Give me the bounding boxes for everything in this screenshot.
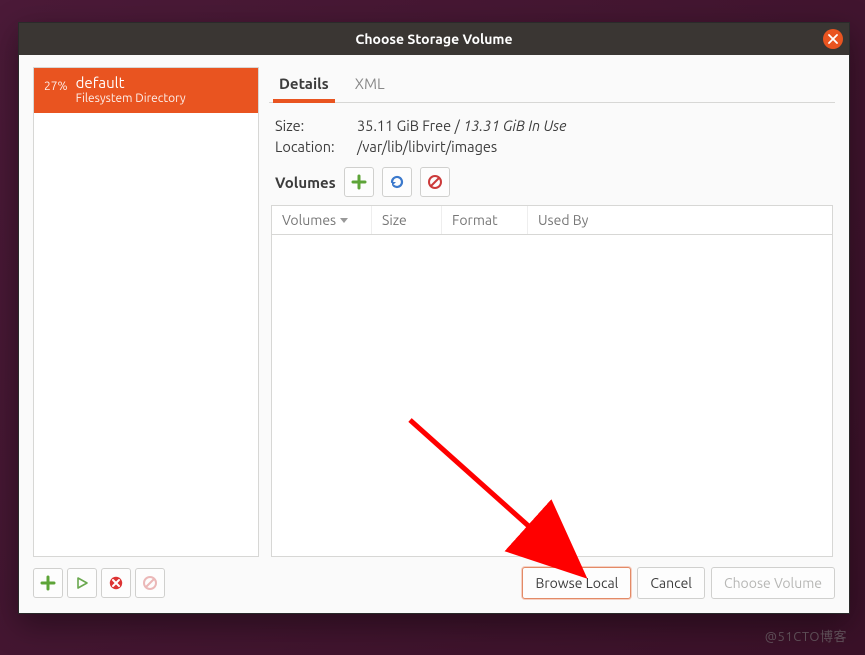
size-sep: / — [451, 117, 463, 134]
titlebar: Choose Storage Volume — [19, 23, 849, 55]
size-used: 13.31 GiB In Use — [463, 117, 566, 134]
volume-refresh-button[interactable] — [382, 167, 412, 197]
window-title: Choose Storage Volume — [355, 31, 512, 47]
volumes-toolbar: Volumes — [269, 161, 835, 205]
no-entry-icon — [427, 174, 443, 190]
pool-start-button[interactable] — [67, 568, 97, 598]
pool-stop-button[interactable] — [101, 568, 131, 598]
close-icon — [828, 34, 838, 44]
tab-bar: Details XML — [269, 67, 835, 103]
detail-pane: Details XML Size: 35.11 GiB Free / 13.31… — [269, 67, 835, 557]
column-volumes[interactable]: Volumes — [272, 206, 372, 234]
column-used-by[interactable]: Used By — [528, 206, 832, 234]
pool-info: Size: 35.11 GiB Free / 13.31 GiB In Use … — [269, 103, 835, 161]
tab-xml[interactable]: XML — [351, 67, 389, 102]
pool-delete-button[interactable] — [135, 568, 165, 598]
column-format[interactable]: Format — [442, 206, 528, 234]
storage-volume-dialog: Choose Storage Volume 27% default Filesy… — [18, 22, 850, 614]
pool-add-button[interactable] — [33, 568, 63, 598]
pool-item-default[interactable]: 27% default Filesystem Directory — [34, 68, 258, 113]
volume-delete-button[interactable] — [420, 167, 450, 197]
error-x-icon — [108, 575, 124, 591]
window-close-button[interactable] — [823, 29, 843, 49]
size-free: 35.11 GiB Free — [357, 117, 451, 134]
pool-name: default — [76, 74, 186, 91]
sort-caret-icon — [340, 218, 348, 223]
pool-list: 27% default Filesystem Directory — [33, 67, 259, 557]
plus-icon — [40, 575, 56, 591]
location-value: /var/lib/libvirt/images — [357, 138, 497, 155]
volumes-label: Volumes — [275, 174, 336, 191]
column-size[interactable]: Size — [372, 206, 442, 234]
volumes-table: Volumes Size Format Used By — [271, 205, 833, 557]
dialog-footer: Browse Local Cancel Choose Volume — [33, 567, 835, 599]
no-entry-icon — [142, 575, 158, 591]
tab-details[interactable]: Details — [275, 67, 333, 102]
size-label: Size: — [275, 117, 347, 134]
volumes-table-body — [272, 235, 832, 556]
refresh-icon — [389, 174, 405, 190]
volume-add-button[interactable] — [344, 167, 374, 197]
location-label: Location: — [275, 138, 347, 155]
browse-local-button[interactable]: Browse Local — [522, 567, 631, 599]
column-volumes-label: Volumes — [282, 212, 336, 228]
pool-usage-percent: 27% — [44, 80, 68, 93]
play-icon — [75, 576, 89, 590]
choose-volume-button[interactable]: Choose Volume — [711, 567, 835, 599]
plus-icon — [351, 174, 367, 190]
pool-type: Filesystem Directory — [76, 92, 186, 105]
cancel-button[interactable]: Cancel — [637, 567, 705, 599]
watermark: @51CTO博客 — [765, 626, 847, 645]
volumes-table-header: Volumes Size Format Used By — [272, 206, 832, 235]
